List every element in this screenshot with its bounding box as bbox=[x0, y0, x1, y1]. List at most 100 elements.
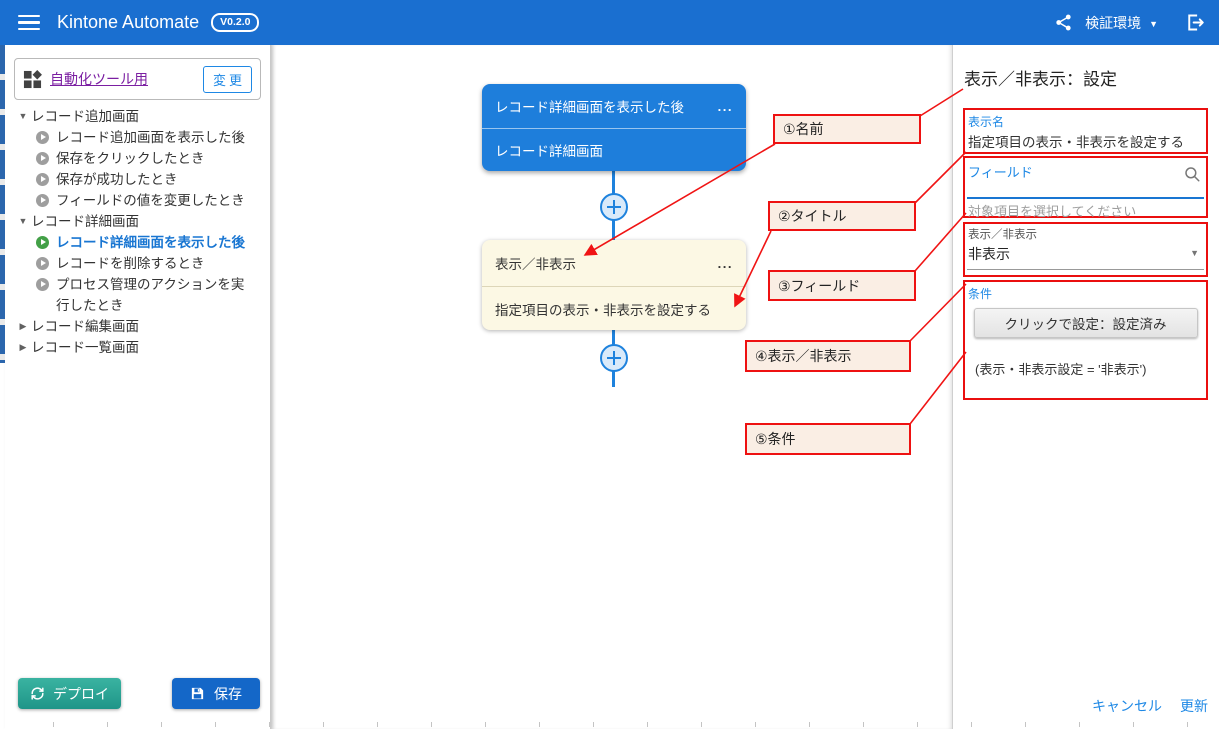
panel-title: 表示／非表示：設定 bbox=[964, 65, 1117, 90]
tree-item[interactable]: レコードを削除するとき bbox=[11, 253, 263, 274]
caret-down-icon[interactable]: ▼ bbox=[1149, 19, 1158, 29]
tree-item-label[interactable]: プロセス管理のアクションを実行したとき bbox=[56, 274, 251, 316]
event-play-icon bbox=[36, 278, 49, 291]
tree-item-label[interactable]: フィールドの値を変更したとき bbox=[56, 190, 245, 211]
tree-item-label[interactable]: 保存をクリックしたとき bbox=[56, 148, 205, 169]
tree-item[interactable]: 保存が成功したとき bbox=[11, 169, 263, 190]
flow-node-trigger[interactable]: レコード詳細画面を表示した後 ... レコード詳細画面 bbox=[482, 84, 746, 171]
event-play-icon bbox=[36, 257, 49, 270]
event-tree: ▼ レコード追加画面 レコード追加画面を表示した後 保存をクリックしたとき 保存… bbox=[11, 106, 263, 358]
annotation-label: ③フィールド bbox=[778, 276, 860, 296]
app-window: Kintone Automate V0.2.0 検証環境 ▼ 自動化ツール用 変… bbox=[0, 0, 1219, 729]
annotation-label: ①名前 bbox=[783, 119, 824, 139]
annotation-visibility: ④表示／非表示 bbox=[745, 340, 911, 372]
node-header: レコード詳細画面を表示した後 ... bbox=[482, 84, 746, 128]
field-section: フィールド 対象項目を選択してください bbox=[963, 156, 1208, 218]
tree-group-record-detail[interactable]: ▼ レコード詳細画面 bbox=[11, 211, 263, 232]
event-play-icon bbox=[36, 131, 49, 144]
event-play-icon-active bbox=[36, 236, 49, 249]
condition-label: 条件 bbox=[968, 285, 1206, 302]
annotation-label: ②タイトル bbox=[778, 206, 847, 226]
node-title: 表示／非表示 bbox=[495, 253, 576, 273]
version-badge: V0.2.0 bbox=[211, 13, 259, 32]
deploy-button[interactable]: デプロイ bbox=[18, 678, 121, 709]
sync-icon bbox=[30, 686, 45, 701]
cancel-link[interactable]: キャンセル bbox=[1092, 696, 1162, 716]
field-search-input[interactable] bbox=[968, 176, 1172, 198]
input-focus-underline bbox=[967, 197, 1204, 199]
caret-down-icon[interactable]: ▼ bbox=[15, 106, 31, 127]
condition-set-button[interactable]: クリックで設定：設定済み bbox=[974, 308, 1198, 338]
node-header: 表示／非表示 ... bbox=[482, 240, 746, 286]
settings-panel: 表示／非表示：設定 表示名 指定項目の表示・非表示を設定する フィールド 対象項… bbox=[952, 45, 1219, 729]
tree-item[interactable]: フィールドの値を変更したとき bbox=[11, 190, 263, 211]
visibility-selected-value[interactable]: 非表示 bbox=[968, 244, 1206, 264]
hamburger-menu-icon[interactable] bbox=[18, 11, 40, 35]
node-body: レコード詳細画面 bbox=[482, 128, 746, 171]
field-helper-text: 対象項目を選択してください bbox=[968, 201, 1136, 220]
event-play-icon bbox=[36, 194, 49, 207]
header-right: 検証環境 ▼ bbox=[1054, 12, 1205, 33]
flow-node-action[interactable]: 表示／非表示 ... 指定項目の表示・非表示を設定する bbox=[482, 240, 746, 330]
app-name-link[interactable]: 自動化ツール用 bbox=[50, 69, 148, 89]
logout-icon[interactable] bbox=[1184, 12, 1205, 33]
app-title: Kintone Automate bbox=[57, 12, 199, 33]
share-icon[interactable] bbox=[1054, 13, 1073, 32]
tree-group-label[interactable]: レコード一覧画面 bbox=[31, 337, 139, 358]
tree-group-record-edit[interactable]: ▶ レコード編集画面 bbox=[11, 316, 263, 337]
tree-item-label[interactable]: レコード詳細画面を表示した後 bbox=[56, 232, 245, 253]
sidebar: 自動化ツール用 変更 ▼ レコード追加画面 レコード追加画面を表示した後 保存を… bbox=[5, 45, 271, 729]
tree-item[interactable]: レコード追加画面を表示した後 bbox=[11, 127, 263, 148]
select-underline bbox=[967, 269, 1204, 270]
save-button[interactable]: 保存 bbox=[172, 678, 260, 709]
dropdown-caret-icon[interactable]: ▼ bbox=[1190, 248, 1199, 258]
condition-summary: (表示・非表示設定 = '非表示') bbox=[975, 359, 1206, 378]
node-subtitle: レコード詳細画面 bbox=[495, 140, 603, 160]
environment-selector[interactable]: 検証環境 bbox=[1085, 13, 1141, 33]
tree-group-record-list[interactable]: ▶ レコード一覧画面 bbox=[11, 337, 263, 358]
tree-group-label[interactable]: レコード編集画面 bbox=[31, 316, 139, 337]
event-play-icon bbox=[36, 173, 49, 186]
caret-right-icon[interactable]: ▶ bbox=[15, 316, 31, 337]
left-edge-strip bbox=[0, 45, 5, 363]
update-link[interactable]: 更新 bbox=[1180, 696, 1208, 716]
tree-item-label[interactable]: レコードを削除するとき bbox=[56, 253, 205, 274]
floppy-save-icon bbox=[190, 686, 205, 701]
tree-item[interactable]: プロセス管理のアクションを実行したとき bbox=[11, 274, 263, 316]
annotation-name: ①名前 bbox=[773, 114, 921, 144]
tree-item-label[interactable]: レコード追加画面を表示した後 bbox=[56, 127, 245, 148]
add-step-icon[interactable] bbox=[600, 344, 628, 372]
tree-group-label[interactable]: レコード追加画面 bbox=[31, 106, 139, 127]
tree-item-selected[interactable]: レコード詳細画面を表示した後 bbox=[11, 232, 263, 253]
condition-section: 条件 クリックで設定：設定済み (表示・非表示設定 = '非表示') bbox=[963, 280, 1208, 400]
tree-group-label[interactable]: レコード詳細画面 bbox=[31, 211, 139, 232]
display-name-section: 表示名 指定項目の表示・非表示を設定する bbox=[963, 108, 1208, 154]
node-title: レコード詳細画面を表示した後 bbox=[495, 96, 684, 116]
event-play-icon bbox=[36, 152, 49, 165]
deploy-button-label: デプロイ bbox=[53, 684, 109, 704]
app-header: Kintone Automate V0.2.0 検証環境 ▼ bbox=[0, 0, 1219, 45]
node-body: 指定項目の表示・非表示を設定する bbox=[482, 286, 746, 330]
annotation-title: ②タイトル bbox=[768, 201, 916, 231]
node-menu-icon[interactable]: ... bbox=[718, 256, 733, 271]
tree-group-record-add[interactable]: ▼ レコード追加画面 bbox=[11, 106, 263, 127]
annotation-condition: ⑤条件 bbox=[745, 423, 911, 455]
search-icon[interactable] bbox=[1183, 165, 1201, 188]
caret-right-icon[interactable]: ▶ bbox=[15, 337, 31, 358]
annotation-label: ⑤条件 bbox=[755, 429, 796, 449]
app-selector: 自動化ツール用 変更 bbox=[14, 58, 261, 100]
node-subtitle: 指定項目の表示・非表示を設定する bbox=[495, 299, 711, 319]
annotation-field: ③フィールド bbox=[768, 270, 916, 301]
tree-item-label[interactable]: 保存が成功したとき bbox=[56, 169, 178, 190]
display-name-value[interactable]: 指定項目の表示・非表示を設定する bbox=[968, 131, 1206, 151]
change-app-button[interactable]: 変更 bbox=[203, 66, 252, 93]
visibility-label: 表示／非表示 bbox=[968, 226, 1206, 242]
tree-item[interactable]: 保存をクリックしたとき bbox=[11, 148, 263, 169]
display-name-label: 表示名 bbox=[968, 113, 1206, 130]
save-button-label: 保存 bbox=[214, 684, 242, 704]
node-menu-icon[interactable]: ... bbox=[718, 99, 733, 114]
visibility-select-section[interactable]: 表示／非表示 非表示 ▼ bbox=[963, 222, 1208, 277]
app-icon bbox=[23, 70, 42, 89]
add-step-icon[interactable] bbox=[600, 193, 628, 221]
caret-down-icon[interactable]: ▼ bbox=[15, 211, 31, 232]
